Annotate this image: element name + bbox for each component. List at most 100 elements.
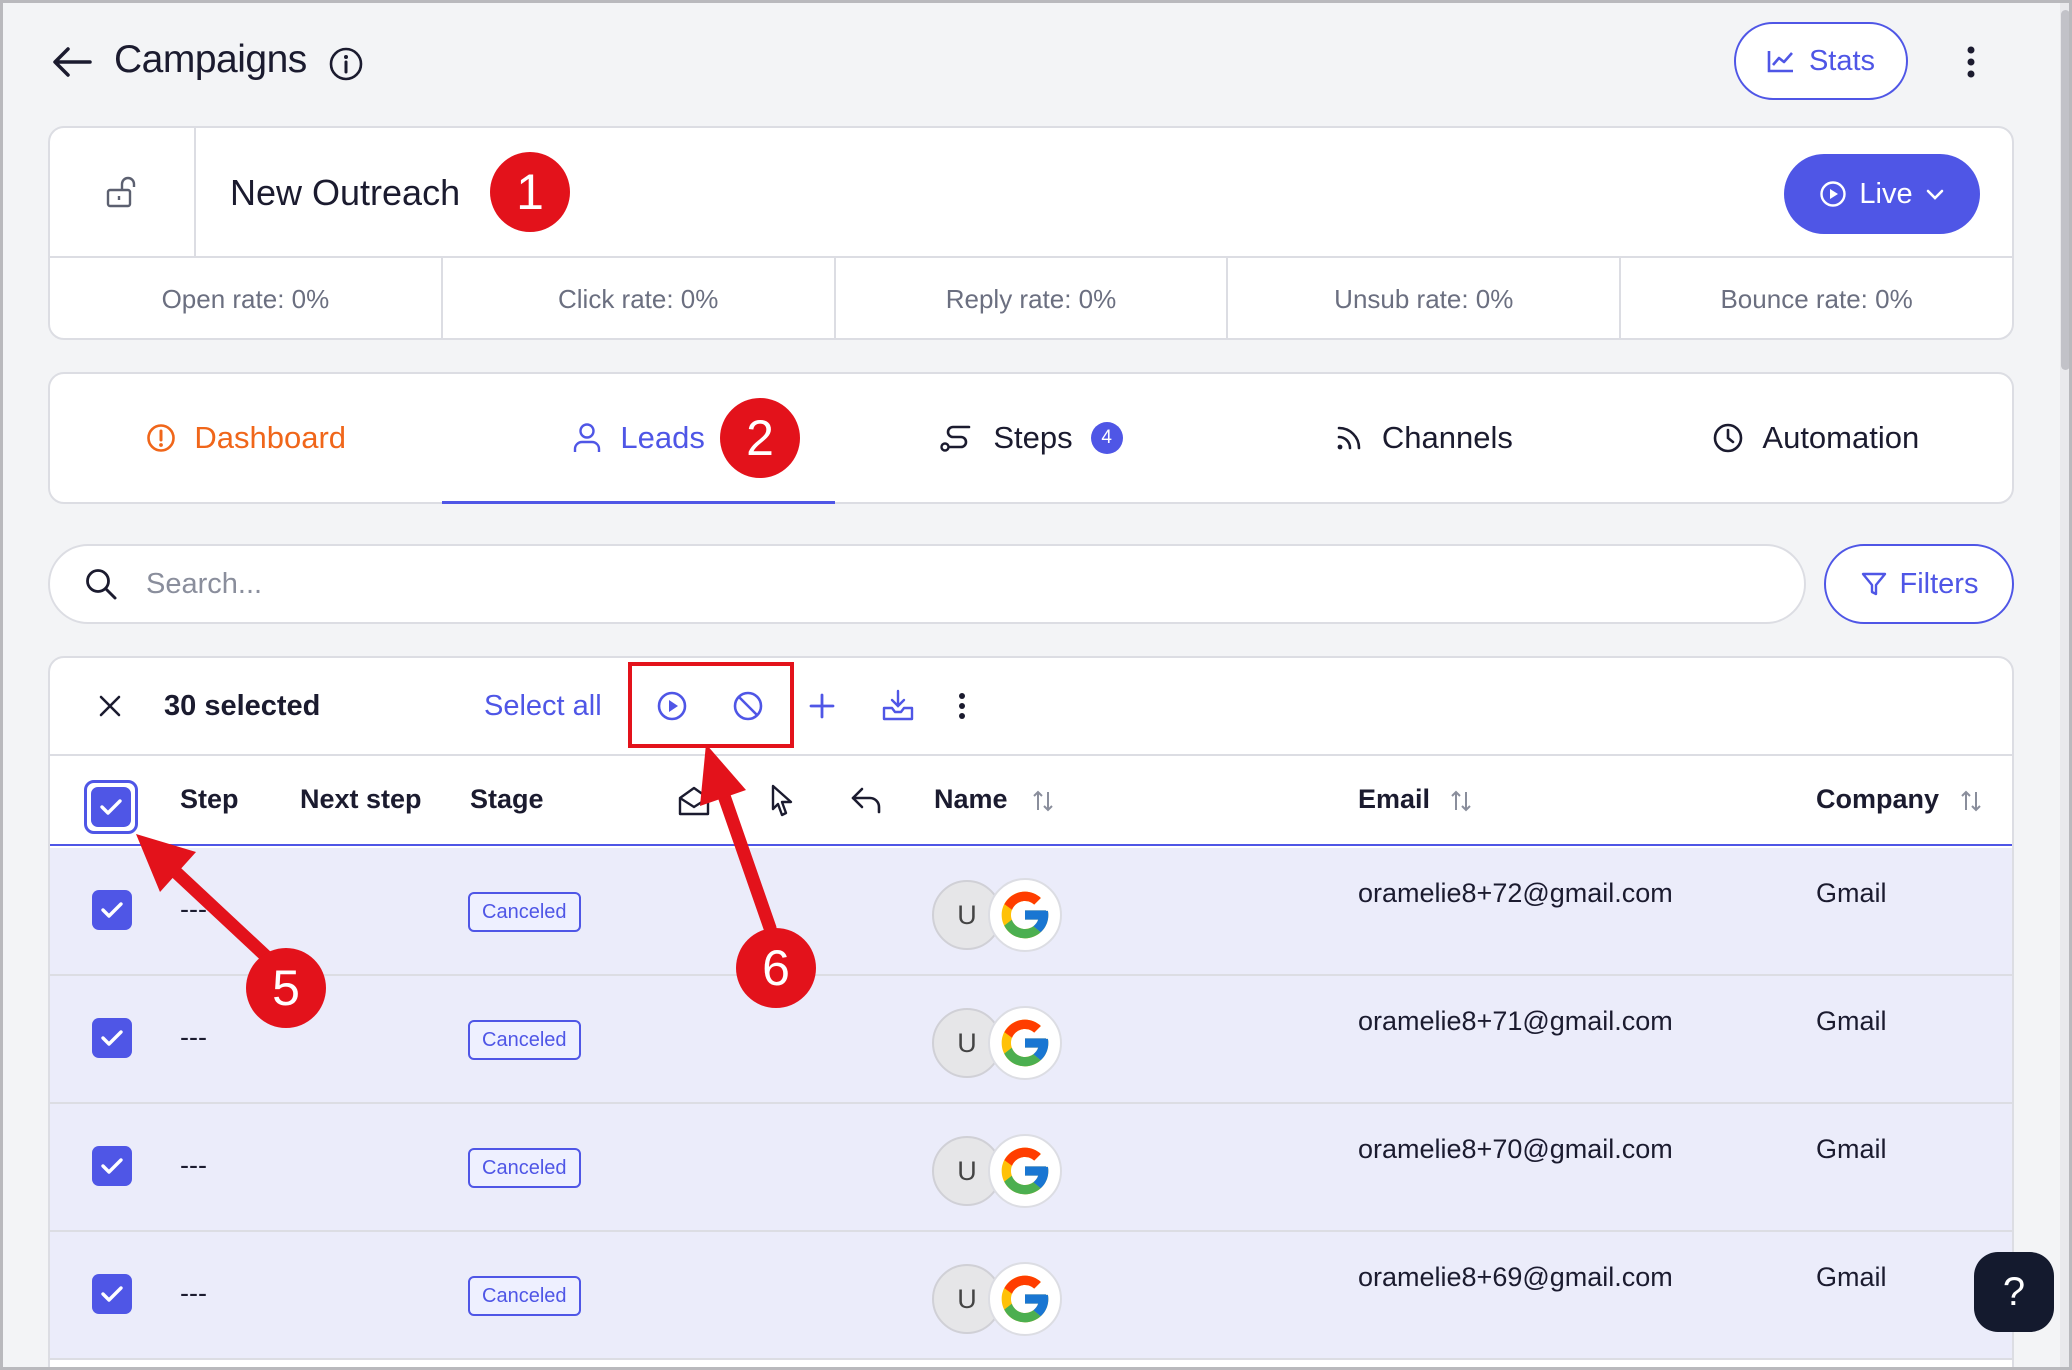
unlock-icon — [104, 174, 140, 210]
column-stage[interactable]: Stage — [470, 784, 544, 815]
row-email: oramelie8+71@gmail.com — [1358, 1006, 1673, 1036]
column-name[interactable]: Name — [934, 784, 1008, 815]
campaign-leads-page: Campaigns Stats New Outreach Live Open r… — [0, 0, 2072, 1370]
row-company: Gmail — [1816, 1134, 1887, 1164]
page-title: Campaigns — [114, 38, 307, 81]
tab-channels-label: Channels — [1381, 420, 1513, 455]
row-company: Gmail — [1816, 878, 1887, 908]
annotation-marker-1: 1 — [490, 152, 570, 232]
annotation-marker-2: 2 — [720, 398, 800, 478]
row-email: oramelie8+72@gmail.com — [1358, 878, 1673, 908]
sort-name-icon[interactable] — [1032, 788, 1054, 814]
search-icon — [84, 567, 118, 601]
tab-leads-label: Leads — [620, 420, 705, 455]
stats-label: Stats — [1808, 44, 1876, 77]
bounce-rate: Bounce rate: 0% — [1720, 283, 1913, 314]
envelope-open-icon[interactable] — [676, 782, 712, 818]
tab-automation-label: Automation — [1762, 420, 1920, 455]
table-header: Step Next step Stage Name Email Company — [50, 756, 2012, 846]
page-header: Campaigns Stats — [0, 0, 2060, 126]
chevron-down-icon — [1925, 187, 1945, 201]
download-icon[interactable] — [880, 688, 916, 724]
campaign-tabs: Dashboard Leads Steps 4 Channels Automat… — [48, 372, 2014, 504]
click-rate: Click rate: 0% — [443, 258, 836, 338]
route-icon — [939, 423, 975, 453]
tab-automation[interactable]: Automation — [1620, 374, 2012, 502]
sort-email-icon[interactable] — [1450, 788, 1472, 814]
stage-badge: Canceled — [468, 1020, 581, 1060]
leads-table-card: 30 selected Select all Step Next step St… — [48, 656, 2014, 1370]
google-logo-icon — [988, 1134, 1062, 1208]
row-step: --- — [180, 1150, 207, 1180]
tab-channels[interactable]: Channels — [1227, 374, 1619, 502]
steps-count-badge: 4 — [1090, 422, 1123, 454]
search-input[interactable] — [146, 567, 1646, 601]
row-step: --- — [180, 1022, 207, 1052]
clock-icon — [1712, 422, 1744, 454]
row-email: oramelie8+70@gmail.com — [1358, 1134, 1673, 1164]
table-row[interactable]: --- Canceled U oramelie8+72@gmail.com Gm… — [50, 848, 2012, 976]
bulk-actions-bar: 30 selected Select all — [50, 658, 2012, 756]
more-options-icon[interactable] — [1960, 44, 1982, 80]
search-bar — [48, 544, 1806, 624]
selected-count: 30 selected — [164, 690, 321, 722]
clear-selection-icon[interactable] — [96, 692, 124, 720]
help-button[interactable]: ? — [1974, 1252, 2054, 1332]
tab-dashboard[interactable]: Dashboard — [50, 374, 442, 502]
google-logo-icon — [988, 1006, 1062, 1080]
row-company: Gmail — [1816, 1262, 1887, 1292]
alert-circle-icon — [146, 423, 176, 453]
play-circle-icon — [1819, 180, 1847, 208]
table-row[interactable]: --- Canceled U oramelie8+69@gmail.com Gm… — [50, 1232, 2012, 1360]
rate-stats-row: Open rate: 0% Click rate: 0% Reply rate:… — [50, 256, 2012, 338]
scrollbar-thumb[interactable] — [2061, 10, 2070, 370]
reply-icon[interactable] — [848, 782, 884, 818]
tab-steps-label: Steps — [993, 420, 1073, 455]
sort-company-icon[interactable] — [1960, 788, 1982, 814]
row-checkbox[interactable] — [92, 1018, 132, 1058]
row-step: --- — [180, 894, 207, 924]
filters-label: Filters — [1899, 567, 1979, 600]
campaign-name[interactable]: New Outreach — [230, 172, 460, 214]
stage-badge: Canceled — [468, 1148, 581, 1188]
unsub-rate: Unsub rate: 0% — [1228, 258, 1622, 338]
check-icon — [91, 787, 131, 827]
stats-button[interactable]: Stats — [1734, 22, 1908, 100]
row-checkbox[interactable] — [92, 890, 132, 930]
info-icon[interactable] — [328, 46, 364, 82]
chart-line-icon — [1767, 49, 1795, 73]
select-all-checkbox[interactable] — [84, 780, 138, 834]
column-company[interactable]: Company — [1816, 784, 1939, 815]
tab-steps[interactable]: Steps 4 — [835, 374, 1227, 502]
row-checkbox[interactable] — [92, 1146, 132, 1186]
tab-dashboard-label: Dashboard — [194, 420, 347, 455]
rss-icon — [1334, 423, 1364, 453]
reply-rate: Reply rate: 0% — [836, 258, 1229, 338]
live-status-button[interactable]: Live — [1784, 154, 1980, 234]
column-next-step[interactable]: Next step — [300, 784, 422, 815]
annotation-marker-6: 6 — [736, 928, 816, 1008]
stage-badge: Canceled — [468, 1276, 581, 1316]
table-row[interactable]: --- Canceled U oramelie8+70@gmail.com Gm… — [50, 1104, 2012, 1232]
google-logo-icon — [988, 1262, 1062, 1336]
google-logo-icon — [988, 878, 1062, 952]
add-icon[interactable] — [804, 688, 840, 724]
column-email[interactable]: Email — [1358, 784, 1430, 815]
filter-icon — [1860, 570, 1888, 598]
column-step[interactable]: Step — [180, 784, 239, 815]
cursor-click-icon[interactable] — [764, 782, 800, 818]
row-checkbox[interactable] — [92, 1274, 132, 1314]
back-arrow-icon[interactable] — [50, 44, 94, 80]
annotation-highlight-box — [628, 662, 794, 748]
unlock-toggle[interactable] — [50, 128, 196, 256]
table-row[interactable]: --- Canceled U oramelie8+71@gmail.com Gm… — [50, 976, 2012, 1104]
live-label: Live — [1859, 177, 1913, 210]
select-all-link[interactable]: Select all — [484, 690, 602, 723]
row-company: Gmail — [1816, 1006, 1887, 1036]
row-email: oramelie8+69@gmail.com — [1358, 1262, 1673, 1292]
row-step: --- — [180, 1278, 207, 1308]
open-rate: Open rate: 0% — [50, 258, 443, 338]
bulk-more-icon[interactable] — [954, 688, 970, 724]
annotation-marker-5: 5 — [246, 948, 326, 1028]
filters-button[interactable]: Filters — [1824, 544, 2014, 624]
